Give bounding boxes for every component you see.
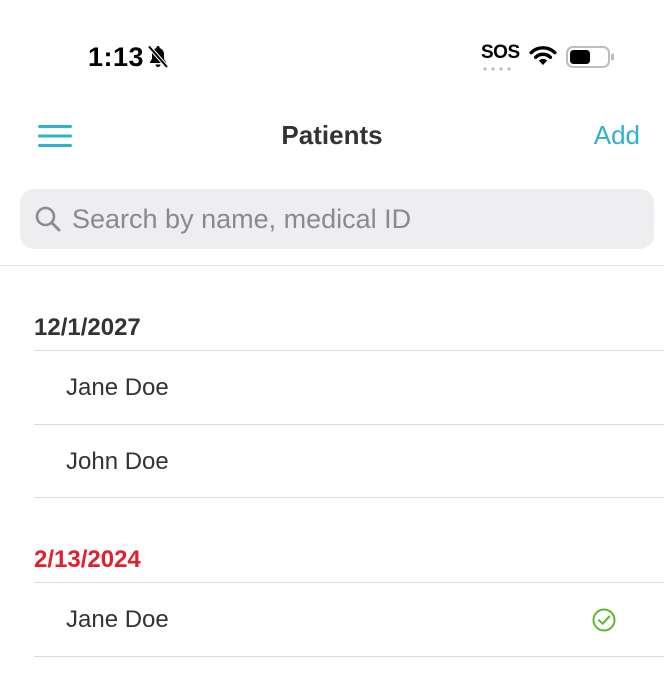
patient-name: Jane Doe <box>66 374 169 401</box>
row-divider <box>34 497 664 498</box>
patient-list-item[interactable]: Jane Doe <box>34 351 664 424</box>
carrier-label: SOS <box>481 42 520 63</box>
patient-name: Jane Doe <box>66 606 169 633</box>
section-date-header: 12/1/2027 <box>34 314 141 341</box>
navigation-bar: Patients Add <box>0 108 664 164</box>
check-circle-icon <box>592 608 616 632</box>
status-bar: 1:13 SOS <box>0 38 664 78</box>
status-time: 1:13 <box>88 42 145 72</box>
add-patient-button[interactable]: Add <box>594 120 640 151</box>
page-title: Patients <box>281 120 383 150</box>
patient-list-item[interactable]: Jane Doe <box>34 583 664 656</box>
header-divider <box>0 265 664 266</box>
battery-icon <box>566 46 614 68</box>
search-input[interactable] <box>72 189 642 249</box>
patient-list-item[interactable]: John Doe <box>34 425 664 498</box>
row-divider <box>34 656 664 657</box>
patients-screen: 1:13 SOS Patients Add Search by name, me… <box>0 0 664 694</box>
section-date-header-overdue: 2/13/2024 <box>34 546 141 573</box>
patient-name: John Doe <box>66 448 169 475</box>
signal-dots-icon <box>483 67 511 71</box>
wifi-icon <box>529 46 557 65</box>
search-icon <box>35 206 61 232</box>
search-bar[interactable] <box>20 189 654 249</box>
bell-slash-icon <box>147 45 169 69</box>
